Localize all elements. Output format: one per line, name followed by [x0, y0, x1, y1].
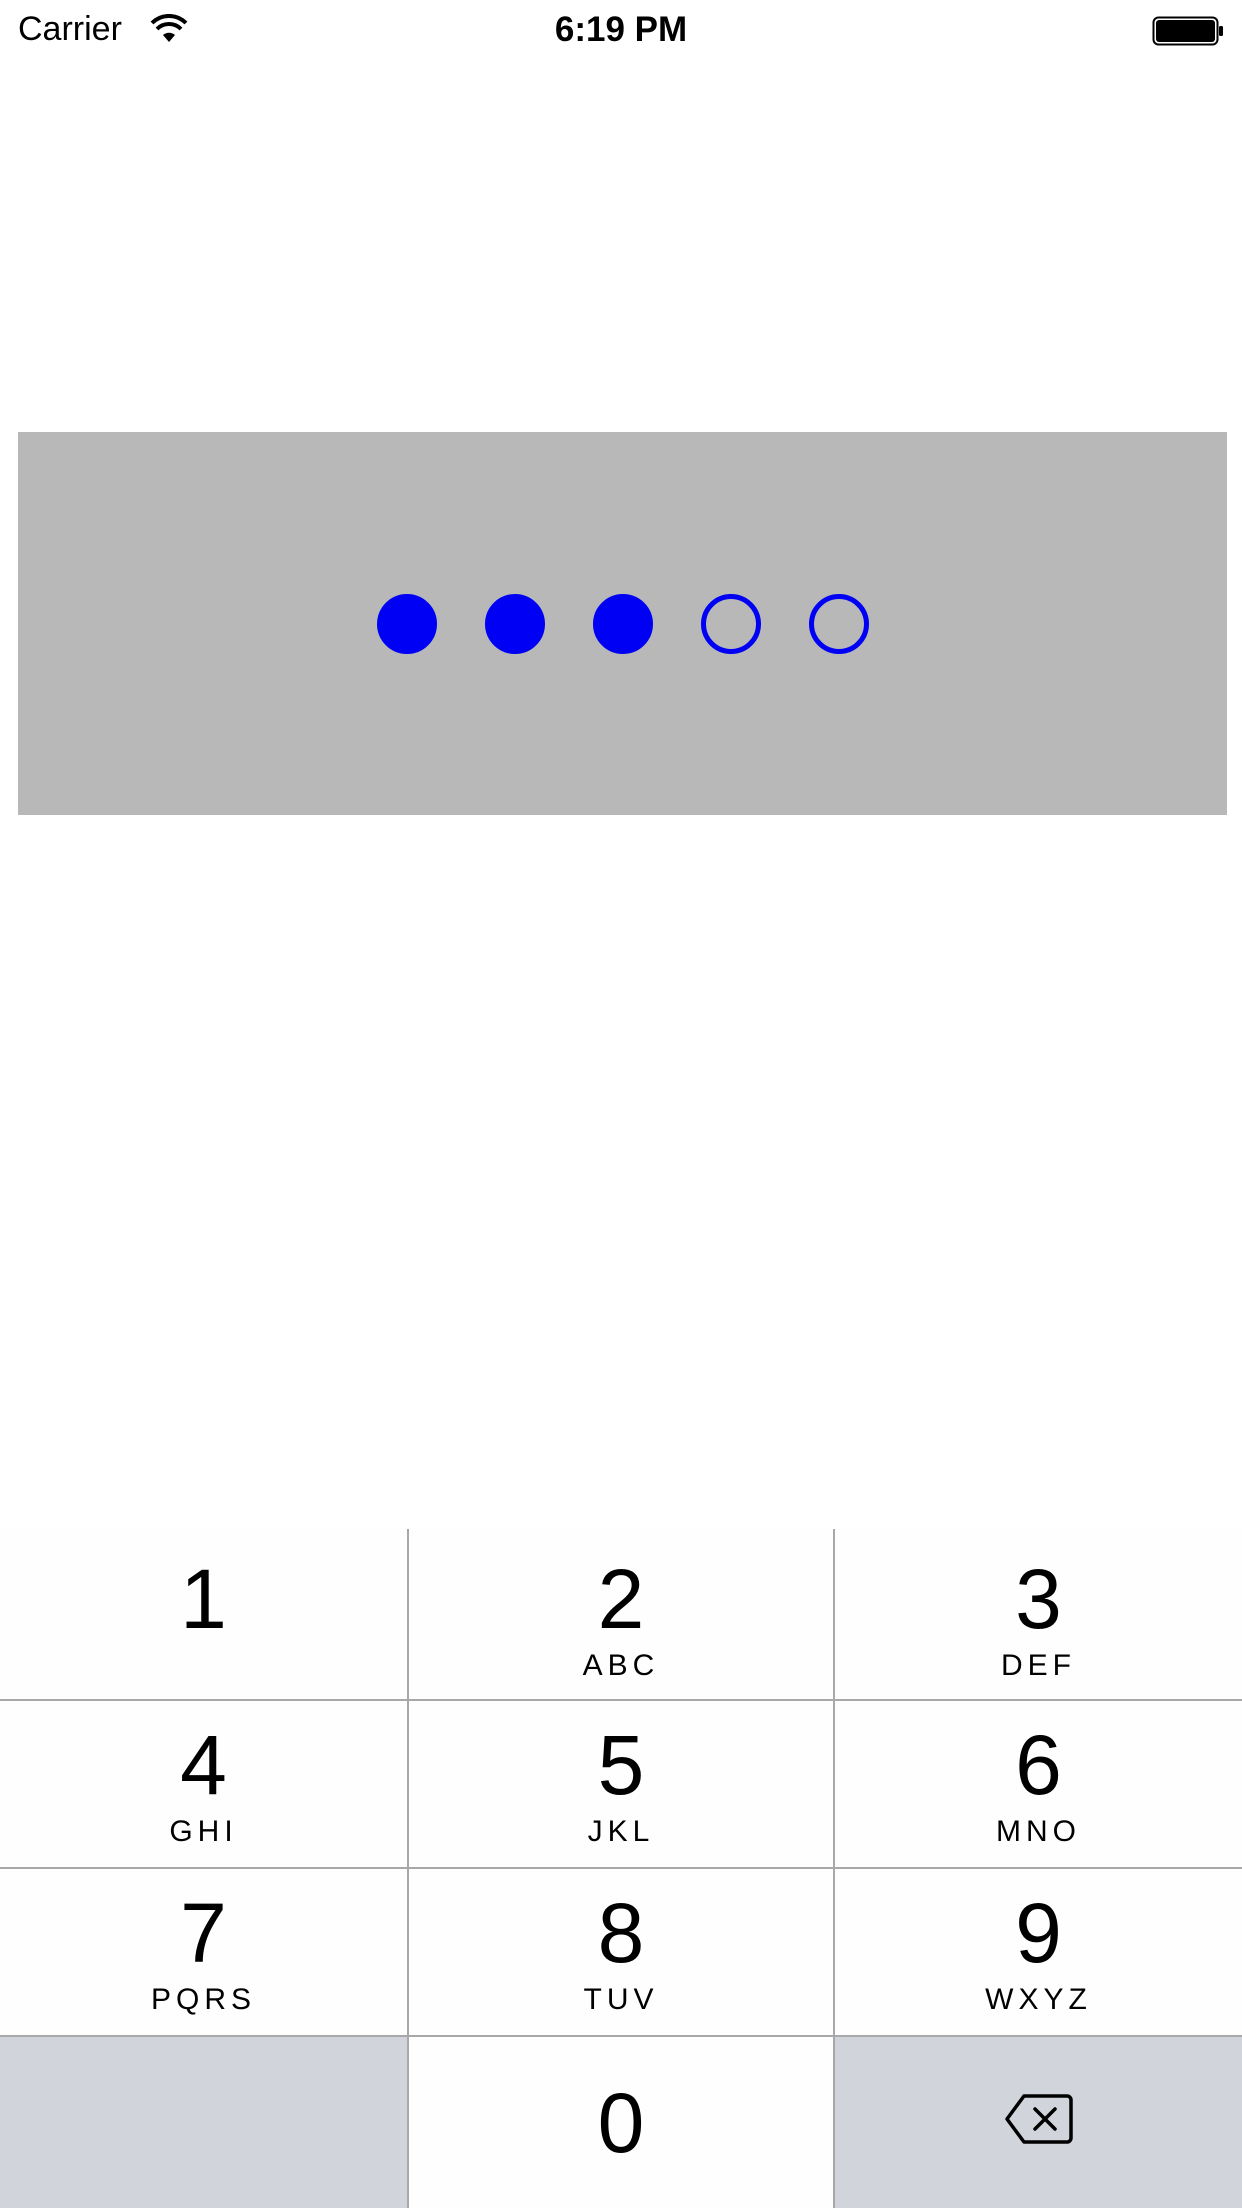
keypad-divider: [833, 1529, 835, 2208]
blank-key: [0, 2037, 407, 2208]
status-time: 6:19 PM: [554, 10, 688, 49]
key-digit: 3: [1015, 1552, 1062, 1646]
key-3[interactable]: 3 DEF: [835, 1529, 1242, 1699]
passcode-dot-empty: [808, 593, 869, 654]
status-bar: Carrier 6:19 PM: [0, 0, 1242, 60]
key-digit: 4: [180, 1718, 227, 1812]
key-digit: 6: [1015, 1718, 1062, 1812]
passcode-dot-filled: [592, 593, 653, 654]
key-4[interactable]: 4 GHI: [0, 1701, 407, 1867]
keypad-divider: [407, 1529, 409, 2208]
key-digit: 8: [597, 1886, 645, 1980]
battery-icon: [1152, 16, 1223, 46]
key-digit: 1: [180, 1552, 227, 1646]
key-7[interactable]: 7 PQRS: [0, 1869, 407, 2035]
key-1[interactable]: 1: [0, 1529, 407, 1699]
key-5[interactable]: 5 JKL: [409, 1701, 833, 1867]
key-digit: 9: [1015, 1886, 1062, 1980]
numeric-keypad: 1 2 ABC 3 DEF 4 GHI 5 JKL 6 MNO 7 PQRS 8: [0, 1529, 1242, 2208]
key-9[interactable]: 9 WXYZ: [835, 1869, 1242, 2035]
passcode-panel: [18, 432, 1227, 815]
key-6[interactable]: 6 MNO: [835, 1701, 1242, 1867]
keypad-divider: [0, 2035, 1242, 2037]
key-letters: ABC: [582, 1649, 660, 1682]
passcode-dot-filled: [484, 593, 545, 654]
key-digit: 5: [597, 1718, 645, 1812]
key-letters: WXYZ: [985, 1983, 1092, 2016]
backspace-icon: [1004, 2094, 1073, 2144]
passcode-screen: Carrier 6:19 PM 1 2 ABC 3 DEF 4 GHI 5 JK…: [0, 0, 1242, 2208]
key-8[interactable]: 8 TUV: [409, 1869, 833, 2035]
key-letters: GHI: [169, 1815, 238, 1848]
key-letters: JKL: [587, 1815, 655, 1848]
key-letters: MNO: [996, 1815, 1081, 1848]
keypad-divider: [0, 1867, 1242, 1869]
delete-button[interactable]: [835, 2037, 1242, 2208]
key-letters: TUV: [583, 1983, 659, 2016]
key-digit: 0: [597, 2076, 645, 2170]
key-letters: DEF: [1001, 1649, 1076, 1682]
key-digit: 7: [180, 1886, 227, 1980]
passcode-dot-empty: [700, 593, 761, 654]
passcode-dots: [18, 432, 1227, 815]
key-digit: 2: [597, 1552, 645, 1646]
key-0[interactable]: 0: [409, 2037, 833, 2208]
passcode-dot-filled: [376, 593, 437, 654]
key-letters: PQRS: [150, 1983, 257, 2016]
keypad-divider: [0, 1699, 1242, 1701]
key-2[interactable]: 2 ABC: [409, 1529, 833, 1699]
